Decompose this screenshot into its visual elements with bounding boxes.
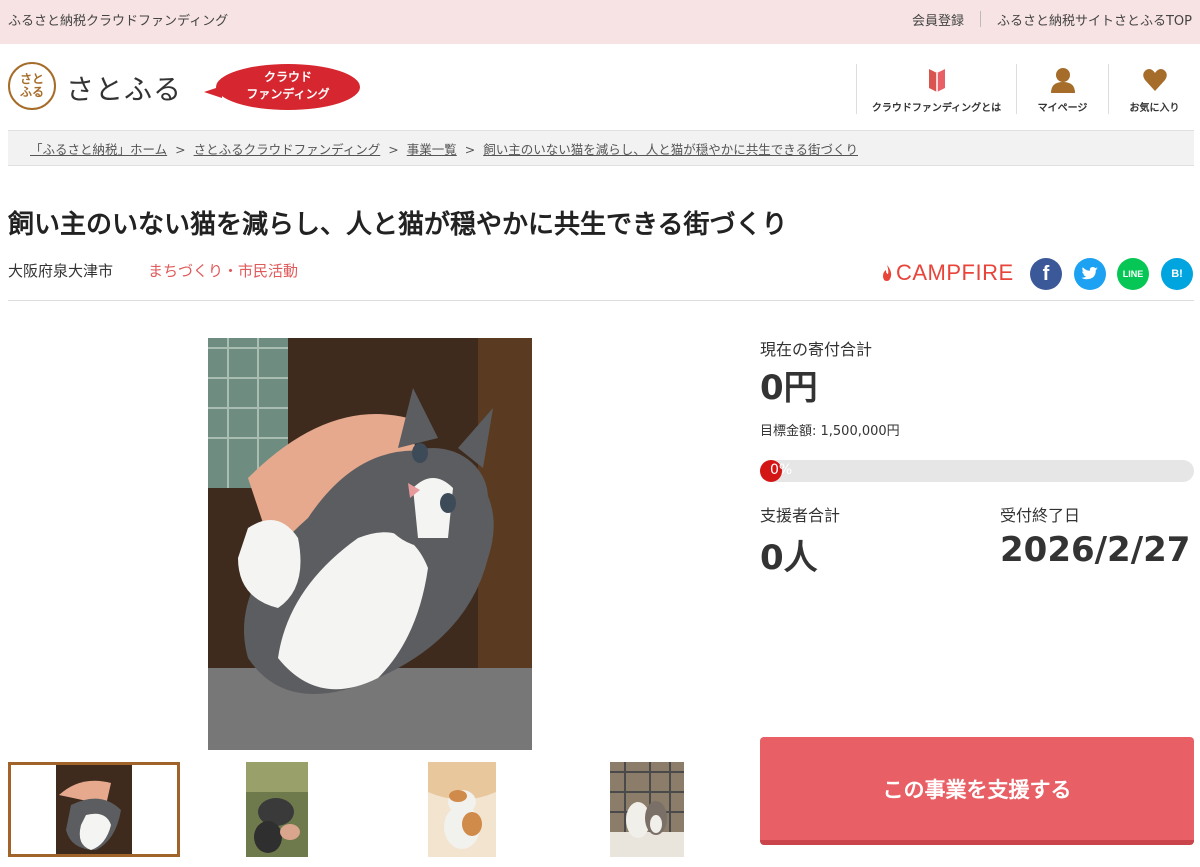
satofull-logo-text[interactable]: さとふる [66, 68, 182, 108]
top-links: 会員登録 ふるさと納税サイトさとふるTOP [912, 10, 1192, 29]
breadcrumb-separator: > [388, 142, 399, 157]
nav-label: マイページ [1037, 103, 1088, 114]
breadcrumb-current[interactable]: 飼い主のいない猫を減らし、人と猫が穏やかに共生できる街づくり [483, 142, 858, 157]
logo-mark-text: さとふる [19, 72, 44, 99]
header: さとふる さとふる クラウド ファンディング クラウドファンディングとは マイペ… [0, 44, 1200, 130]
breadcrumb: 「ふるさと納税」ホーム > さとふるクラウドファンディング > 事業一覧 > 飼い主のいない… [8, 130, 1194, 166]
satofull-logo-mark[interactable]: さとふる [8, 62, 56, 110]
breadcrumb-separator: > [464, 142, 476, 157]
facebook-share-icon[interactable]: f [1030, 258, 1062, 290]
badge-line-2: ファンディング [246, 87, 330, 101]
project-category[interactable]: まちづくり・市民活動 [148, 260, 298, 281]
thumbnail-image [246, 762, 308, 857]
nav-favorites[interactable]: お気に入り [1108, 64, 1200, 114]
satofull-top-link[interactable]: ふるさと納税サイトさとふるTOP [997, 10, 1192, 29]
thumbnail-1[interactable] [8, 762, 180, 857]
badge-text: クラウド ファンディング [216, 69, 360, 103]
flame-icon [883, 265, 892, 281]
thumbnail-image [428, 762, 496, 857]
breadcrumb-separator: > [175, 142, 186, 157]
book-icon [928, 69, 945, 92]
main-project-image [208, 338, 532, 750]
support-project-button[interactable]: この事業を支援する [760, 737, 1194, 845]
campfire-logo[interactable]: CAMPFIRE [880, 260, 1014, 286]
heart-icon [1142, 69, 1167, 91]
deadline-label: 受付終了日 [1000, 506, 1081, 525]
current-total-value: 0円 [760, 368, 818, 408]
top-links-divider [979, 11, 981, 27]
breadcrumb-projects[interactable]: 事業一覧 [407, 142, 457, 157]
supporters-value: 0人 [760, 538, 818, 578]
supporters-label: 支援者合計 [760, 506, 841, 525]
hatena-bookmark-icon[interactable]: B! [1161, 258, 1193, 290]
line-glyph: LINE [1122, 269, 1144, 279]
project-location: 大阪府泉大津市 [8, 262, 114, 280]
kitten-photo [208, 338, 532, 750]
nav-label: クラウドファンディングとは [871, 103, 1002, 114]
facebook-glyph: f [1042, 262, 1050, 285]
progress-bar: 0% [760, 460, 1194, 482]
badge-line-1: クラウド [263, 70, 312, 84]
deadline-value: 2026/2/27 [1000, 530, 1191, 570]
twitter-bird-icon [1081, 267, 1098, 280]
line-share-icon[interactable]: LINE [1117, 258, 1149, 290]
nav-mypage[interactable]: マイページ [1016, 64, 1108, 114]
breadcrumb-crowdfunding[interactable]: さとふるクラウドファンディング [194, 142, 381, 157]
top-bar: ふるさと納税クラウドファンディング 会員登録 ふるさと納税サイトさとふるTOP [0, 0, 1200, 44]
breadcrumb-home[interactable]: 「ふるさと納税」ホーム [30, 142, 167, 157]
thumbnail-2[interactable] [246, 762, 308, 857]
hatena-glyph: B! [1171, 268, 1183, 280]
header-nav: クラウドファンディングとは マイページ お気に入り [856, 64, 1200, 114]
campfire-text: CAMPFIRE [896, 260, 1014, 285]
crowdfunding-badge[interactable]: クラウド ファンディング [204, 64, 360, 110]
goal-amount: 目標金額: 1,500,000円 [760, 424, 900, 439]
title-divider [8, 300, 1194, 301]
page-title: 飼い主のいない猫を減らし、人と猫が穏やかに共生できる街づくり [8, 210, 788, 240]
thumbnail-image [11, 765, 177, 854]
thumbnail-3[interactable] [428, 762, 496, 857]
twitter-share-icon[interactable]: t [1074, 258, 1106, 290]
nav-label: お気に入り [1129, 103, 1180, 114]
thumbnail-4[interactable] [610, 762, 684, 857]
current-total-label: 現在の寄付合計 [760, 340, 873, 359]
site-name: ふるさと納税クラウドファンディング [8, 14, 229, 29]
progress-percent: 0% [770, 462, 793, 478]
thumbnail-image [610, 762, 684, 857]
person-icon [1050, 68, 1075, 93]
nav-about-crowdfunding[interactable]: クラウドファンディングとは [856, 64, 1016, 114]
register-link[interactable]: 会員登録 [912, 10, 964, 29]
